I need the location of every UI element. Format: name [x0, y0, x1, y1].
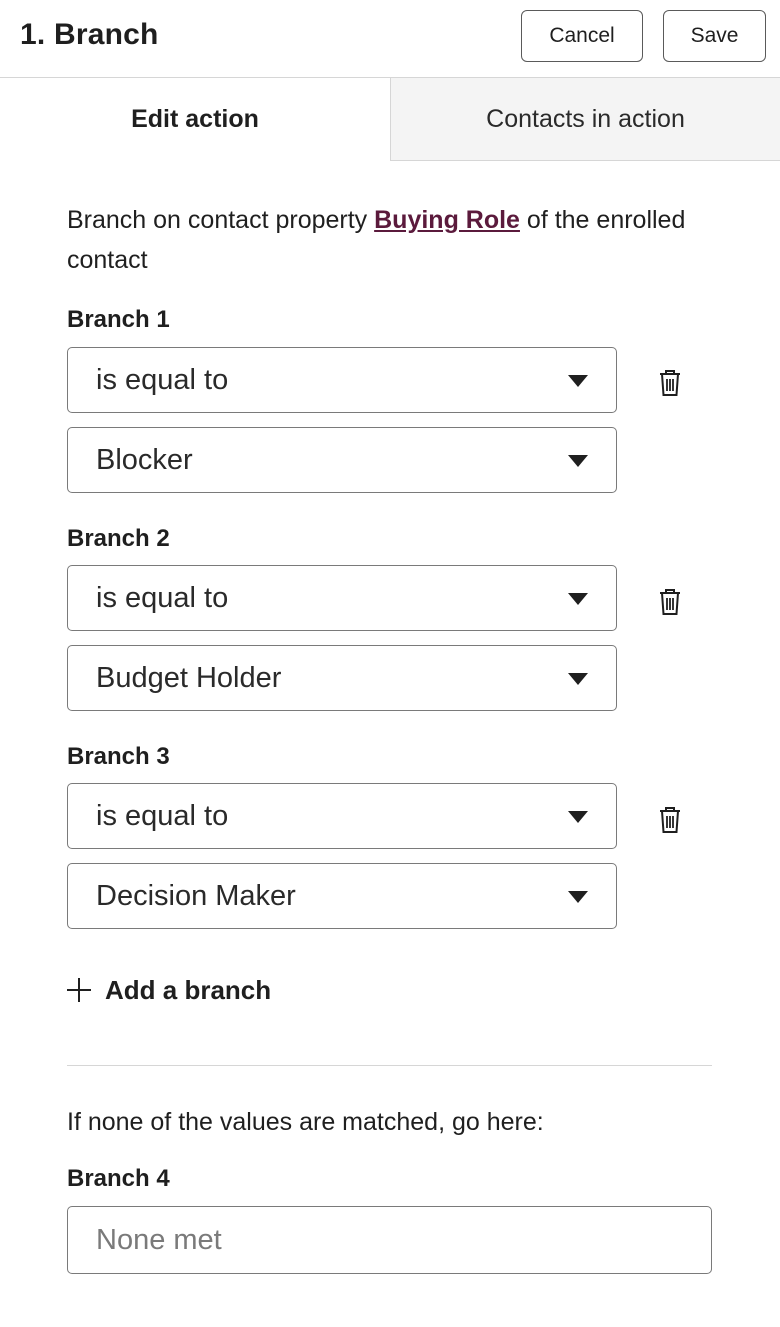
operator-value: is equal to: [96, 799, 229, 832]
operator-dropdown[interactable]: is equal to: [67, 565, 617, 631]
branch-label: Branch 1: [67, 306, 170, 333]
tab-label: Contacts in action: [486, 104, 685, 133]
panel-header: 1. Branch Cancel Save: [0, 0, 780, 78]
cancel-button[interactable]: Cancel: [521, 10, 643, 62]
tab-edit-action[interactable]: Edit action: [0, 78, 390, 161]
branch-description: Branch on contact property Buying Role o…: [67, 200, 717, 280]
value-dropdown[interactable]: Blocker: [67, 427, 617, 493]
operator-value: is equal to: [96, 363, 229, 396]
property-link[interactable]: Buying Role: [374, 206, 520, 234]
trash-icon[interactable]: [657, 587, 683, 617]
caret-down-icon: [568, 593, 588, 605]
caret-down-icon: [568, 455, 588, 467]
save-button[interactable]: Save: [663, 10, 766, 62]
operator-dropdown[interactable]: is equal to: [67, 347, 617, 413]
tab-contacts-in-action[interactable]: Contacts in action: [390, 78, 780, 161]
panel-title: 1. Branch: [20, 18, 159, 51]
selected-value: Budget Holder: [96, 661, 282, 694]
trash-icon[interactable]: [657, 368, 683, 398]
plus-icon: [67, 978, 91, 1002]
none-met-field[interactable]: None met: [67, 1206, 712, 1274]
divider: [67, 1065, 712, 1066]
selected-value: Decision Maker: [96, 879, 296, 912]
branch-label: Branch 2: [67, 525, 170, 552]
selected-value: Blocker: [96, 443, 193, 476]
fallback-instruction: If none of the values are matched, go he…: [67, 1108, 544, 1136]
branch-label: Branch 4: [67, 1165, 170, 1192]
value-dropdown[interactable]: Decision Maker: [67, 863, 617, 929]
branch-label: Branch 3: [67, 743, 170, 770]
add-branch-button[interactable]: Add a branch: [67, 972, 271, 1008]
operator-value: is equal to: [96, 581, 229, 614]
tab-bar: Edit action Contacts in action: [0, 78, 780, 161]
caret-down-icon: [568, 891, 588, 903]
caret-down-icon: [568, 811, 588, 823]
operator-dropdown[interactable]: is equal to: [67, 783, 617, 849]
caret-down-icon: [568, 673, 588, 685]
trash-icon[interactable]: [657, 805, 683, 835]
description-prefix: Branch on contact property: [67, 206, 375, 234]
value-dropdown[interactable]: Budget Holder: [67, 645, 617, 711]
none-met-placeholder: None met: [96, 1223, 222, 1256]
tab-label: Edit action: [131, 105, 259, 133]
caret-down-icon: [568, 375, 588, 387]
add-branch-label: Add a branch: [105, 974, 272, 1005]
